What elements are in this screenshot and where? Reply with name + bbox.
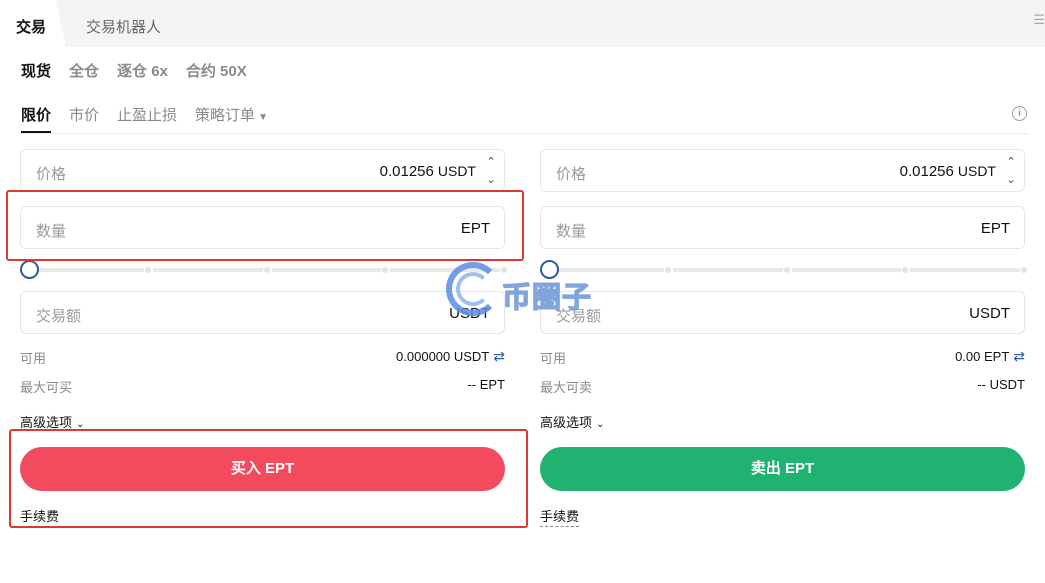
- slider-segment: [672, 268, 784, 272]
- menu-icon[interactable]: ☰: [1033, 12, 1045, 28]
- buy-price-field[interactable]: 价格 0.01256 USDT ⌃ ⌄: [20, 149, 505, 192]
- chevron-down-icon[interactable]: ⌄: [1002, 171, 1020, 189]
- max-sell-label: 最大可卖: [540, 380, 593, 395]
- available-label: 可用: [20, 351, 47, 366]
- mode-spot[interactable]: 现货: [21, 60, 51, 81]
- mode-isolated[interactable]: 逐仓 6x: [117, 60, 168, 81]
- highlight-box-quantity: [6, 190, 524, 261]
- swap-arrows-icon[interactable]: ⇄: [493, 348, 505, 364]
- price-unit: USDT: [957, 163, 996, 179]
- max-buy-label: 最大可买: [20, 380, 73, 395]
- watermark-text: 币圈子: [501, 281, 593, 314]
- watermark-logo: 币圈子: [446, 262, 606, 322]
- slider-track: [30, 266, 508, 274]
- mode-futures[interactable]: 合约 50X: [186, 60, 247, 81]
- advanced-options-toggle[interactable]: 高级选项 ⌄: [540, 412, 604, 431]
- slider-segment: [791, 268, 903, 272]
- chevron-up-icon[interactable]: ⌃: [1002, 153, 1020, 171]
- slider-segment: [271, 268, 383, 272]
- sell-amount-field[interactable]: 交易额 USDT: [540, 291, 1025, 334]
- slider-stop[interactable]: [262, 266, 271, 274]
- strategy-order-label: 策略订单: [195, 107, 256, 124]
- tab-limit[interactable]: 限价: [21, 104, 51, 125]
- slider-stop[interactable]: [1020, 266, 1028, 274]
- price-unit: USDT: [437, 163, 476, 179]
- price-number: 0.01256: [899, 163, 954, 180]
- price-label: 价格: [556, 166, 587, 183]
- advanced-options-label: 高级选项: [540, 415, 593, 430]
- quantity-label: 数量: [556, 223, 587, 240]
- amount-label: 交易额: [36, 308, 82, 325]
- slider-stop[interactable]: [381, 266, 390, 274]
- mode-cross[interactable]: 全仓: [69, 60, 99, 81]
- slider-segment: [152, 268, 264, 272]
- price-value: 0.01256 USDT: [380, 163, 476, 180]
- highlight-box-buy-button: [9, 429, 528, 528]
- info-circle-icon[interactable]: i: [1012, 106, 1027, 121]
- slider-handle[interactable]: [20, 260, 39, 279]
- chevron-down-icon: ⌄: [596, 419, 605, 430]
- tab-trading-bot[interactable]: 交易机器人: [86, 16, 161, 37]
- price-label: 价格: [36, 166, 67, 183]
- chevron-up-icon[interactable]: ⌃: [482, 153, 500, 171]
- slider-stop[interactable]: [901, 266, 910, 274]
- quantity-unit: EPT: [980, 220, 1010, 237]
- tab-tp-sl[interactable]: 止盈止损: [117, 104, 177, 125]
- tab-strategy-order[interactable]: 策略订单 ▼: [195, 104, 268, 125]
- price-stepper: ⌃ ⌄: [1002, 153, 1020, 189]
- slider-segment: [910, 268, 1021, 272]
- slider-track: [550, 266, 1028, 274]
- tab-trade[interactable]: 交易: [16, 16, 46, 37]
- max-sell-value: -- USDT: [977, 377, 1025, 392]
- swap-arrows-icon[interactable]: ⇄: [1013, 348, 1025, 364]
- sell-button[interactable]: 卖出 EPT: [540, 447, 1025, 491]
- price-number: 0.01256: [379, 163, 434, 180]
- available-amount: 0.000000 USDT: [396, 349, 490, 364]
- max-buy-value: -- EPT: [467, 377, 505, 392]
- tab-market[interactable]: 市价: [69, 104, 99, 125]
- fee-link[interactable]: 手续费: [540, 506, 580, 527]
- order-type-tabs: 限价 市价 止盈止损 策略订单 ▼: [21, 104, 268, 125]
- available-value: 0.00 EPT ⇄: [955, 348, 1025, 365]
- slider-stop[interactable]: [143, 266, 152, 274]
- sell-quantity-field[interactable]: 数量 EPT: [540, 206, 1025, 249]
- sell-price-field[interactable]: 价格 0.01256 USDT ⌃ ⌄: [540, 149, 1025, 192]
- advanced-options-label: 高级选项: [20, 415, 73, 430]
- divider: [20, 133, 1029, 134]
- sell-percent-slider[interactable]: [540, 260, 1028, 280]
- watermark-inner-ring: [456, 272, 490, 306]
- price-stepper: ⌃ ⌄: [482, 153, 500, 189]
- slider-segment: [38, 268, 145, 272]
- top-tab-bar: 交易 交易机器人 ☰: [0, 0, 1045, 47]
- trading-mode-tabs: 现货 全仓 逐仓 6x 合约 50X: [21, 60, 247, 81]
- slider-stop[interactable]: [663, 266, 672, 274]
- slider-stop[interactable]: [782, 266, 791, 274]
- price-value: 0.01256 USDT: [900, 163, 996, 180]
- amount-unit: USDT: [969, 305, 1010, 322]
- buy-percent-slider[interactable]: [20, 260, 508, 280]
- available-amount: 0.00 EPT: [955, 349, 1010, 364]
- sell-panel: 价格 0.01256 USDT ⌃ ⌄ 数量 EPT 交易额 USDT 可用 0.…: [540, 148, 1028, 528]
- caret-down-icon: ▼: [258, 112, 268, 123]
- buy-amount-field[interactable]: 交易额 USDT: [20, 291, 505, 334]
- chevron-down-icon[interactable]: ⌄: [482, 171, 500, 189]
- available-value: 0.000000 USDT ⇄: [396, 348, 505, 365]
- available-label: 可用: [540, 351, 567, 366]
